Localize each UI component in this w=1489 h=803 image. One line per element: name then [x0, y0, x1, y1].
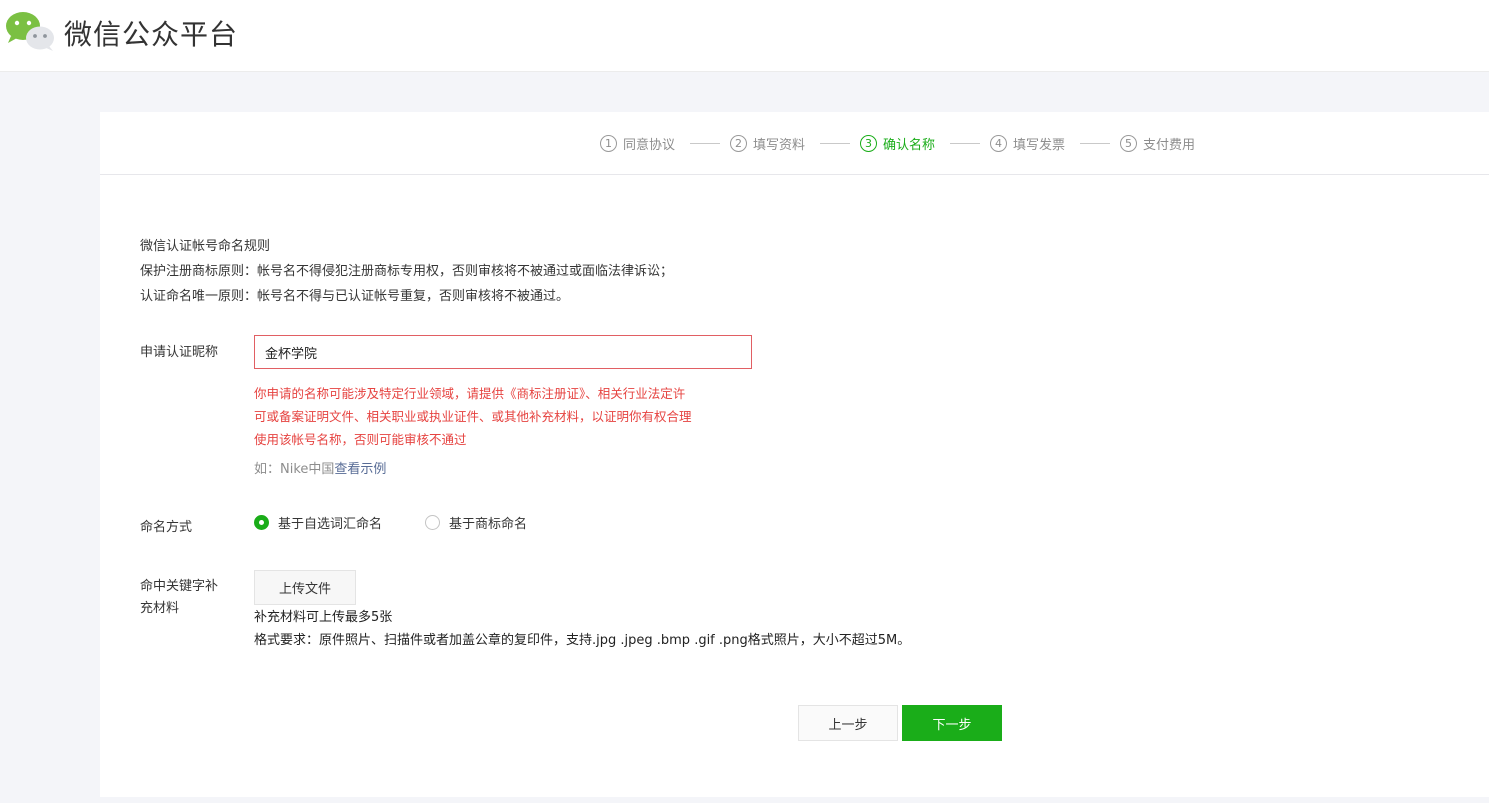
- step-confirm-name: 3 确认名称: [860, 133, 935, 153]
- step-agree: 1 同意协议: [600, 133, 675, 153]
- naming-rules: 微信认证帐号命名规则 保护注册商标原则：帐号名不得侵犯注册商标专用权，否则审核将…: [140, 234, 673, 309]
- warning-line: 可或备案证明文件、相关职业或执业证件、或其他补充材料，以证明你有权合理: [254, 409, 692, 424]
- supplement-label: 命中关键字补 充材料: [140, 576, 218, 620]
- main-card: 1 同意协议 2 填写资料 3 确认名称 4 填写发票 5 支付费用 微信认证帐…: [100, 112, 1489, 797]
- step-separator: [690, 143, 720, 144]
- step-separator: [820, 143, 850, 144]
- top-bar: 微信公众平台: [0, 0, 1489, 72]
- step-separator: [950, 143, 980, 144]
- step-number: 3: [860, 134, 877, 152]
- upload-limit-text: 补充材料可上传最多5张: [254, 610, 393, 625]
- radio-label: 基于自选词汇命名: [278, 517, 383, 532]
- nickname-warning: 你申请的名称可能涉及特定行业领域，请提供《商标注册证》、相关行业法定许 可或备案…: [254, 382, 754, 451]
- view-example-link[interactable]: 查看示例: [334, 462, 386, 477]
- upload-hint: 补充材料可上传最多5张 格式要求：原件照片、扫描件或者加盖公章的复印件，支持.j…: [254, 606, 910, 652]
- radio-label: 基于商标命名: [449, 517, 528, 532]
- next-step-button[interactable]: 下一步: [902, 705, 1002, 741]
- step-label: 同意协议: [623, 137, 676, 153]
- radio-trademark[interactable]: 基于商标命名: [425, 513, 527, 532]
- upload-file-button[interactable]: 上传文件: [254, 570, 356, 605]
- radio-unchecked-icon[interactable]: [425, 515, 440, 530]
- step-number: 1: [600, 134, 617, 152]
- radio-custom-words[interactable]: 基于自选词汇命名: [254, 513, 382, 532]
- step-number: 4: [990, 134, 1007, 152]
- prev-step-button[interactable]: 上一步: [798, 705, 898, 741]
- step-payment: 5 支付费用: [1120, 133, 1195, 153]
- step-number: 2: [730, 134, 747, 152]
- nickname-label: 申请认证昵称: [140, 345, 219, 360]
- radio-checked-icon[interactable]: [254, 515, 269, 530]
- warning-line: 使用该帐号名称，否则可能审核不通过: [254, 432, 467, 447]
- warning-line: 你申请的名称可能涉及特定行业领域，请提供《商标注册证》、相关行业法定许: [254, 386, 686, 401]
- step-number: 5: [1120, 134, 1137, 152]
- nickname-input[interactable]: [254, 335, 752, 369]
- nickname-example: 如：Nike中国查看示例: [254, 458, 386, 477]
- step-label: 确认名称: [883, 137, 936, 153]
- supplement-label-line: 充材料: [140, 601, 180, 616]
- step-label: 支付费用: [1143, 137, 1196, 153]
- rules-unique: 认证命名唯一原则：帐号名不得与已认证帐号重复，否则审核将不被通过。: [140, 289, 570, 304]
- naming-method-label: 命名方式: [140, 520, 193, 535]
- supplement-label-line: 命中关键字补: [140, 579, 219, 594]
- wechat-logo-icon[interactable]: [4, 10, 56, 52]
- step-fill-info: 2 填写资料: [730, 133, 805, 153]
- brand-title[interactable]: 微信公众平台: [64, 13, 238, 53]
- step-separator: [1080, 143, 1110, 144]
- rules-trademark: 保护注册商标原则：帐号名不得侵犯注册商标专用权，否则审核将不被通过或面临法律诉讼…: [140, 264, 674, 279]
- upload-format-text: 格式要求：原件照片、扫描件或者加盖公章的复印件，支持.jpg .jpeg .bm…: [254, 633, 911, 648]
- step-label: 填写发票: [1013, 137, 1066, 153]
- step-label: 填写资料: [753, 137, 806, 153]
- step-indicator: 1 同意协议 2 填写资料 3 确认名称 4 填写发票 5 支付费用: [100, 112, 1489, 175]
- rules-title: 微信认证帐号命名规则: [140, 239, 271, 254]
- step-invoice: 4 填写发票: [990, 133, 1065, 153]
- example-text: 如：Nike中国: [254, 462, 335, 477]
